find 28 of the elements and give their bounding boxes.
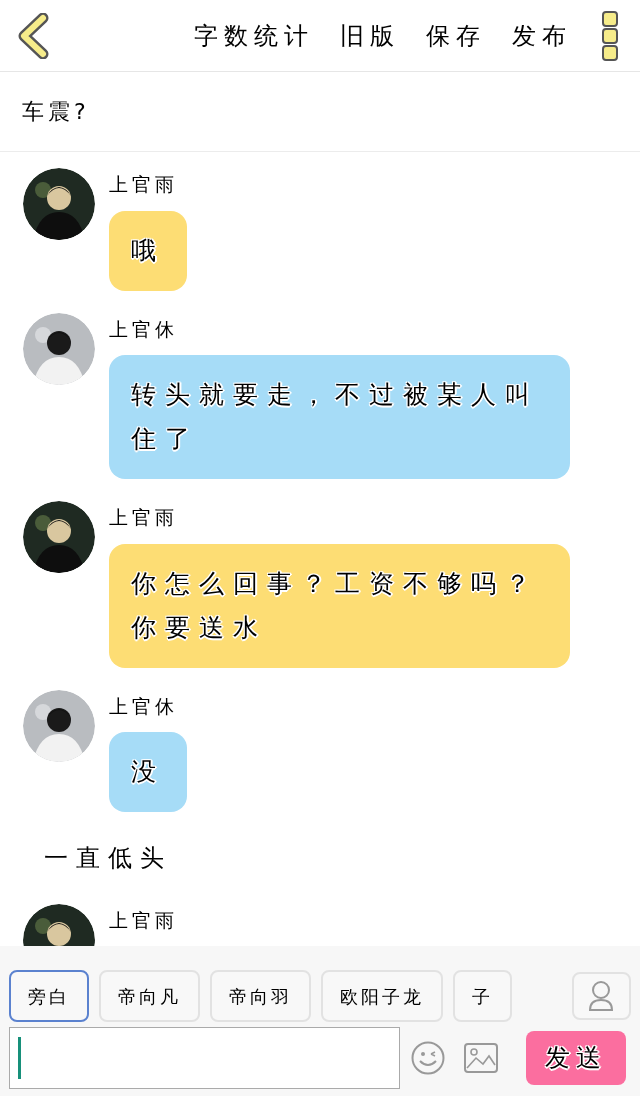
header-action[interactable]: 保存 (426, 17, 486, 54)
message-bubble[interactable]: 哦 (109, 210, 187, 291)
speaker-name: 上官休 (109, 693, 178, 719)
role-tab[interactable]: 旁白 (9, 970, 89, 1022)
header-action[interactable]: 发布 (512, 17, 572, 54)
header-action[interactable]: 旧版 (340, 17, 400, 54)
story-title: 车震? (22, 98, 90, 126)
message-input[interactable] (9, 1027, 400, 1089)
role-tab[interactable]: 帝向羽 (210, 970, 311, 1022)
role-tab[interactable]: 欧阳子龙 (321, 970, 443, 1022)
character-button[interactable] (571, 972, 631, 1020)
message-bubble[interactable]: 你怎么回事？工资不够吗？你要送水 (109, 543, 570, 668)
narration-text: 一直低头 (44, 844, 172, 872)
speaker-name: 上官雨 (109, 172, 178, 197)
message-bubble[interactable]: 转头就要走，不过被某人叫住了 (109, 355, 570, 479)
speaker-name: 上官雨 (109, 505, 178, 530)
role-tab[interactable]: 帝向凡 (99, 970, 200, 1022)
send-button[interactable]: 发送 (526, 1031, 626, 1085)
role-tab[interactable]: 子 (453, 970, 512, 1022)
back-icon[interactable] (16, 12, 50, 59)
image-icon[interactable] (464, 1043, 498, 1073)
person-icon (588, 980, 615, 1012)
speaker-name: 上官休 (109, 316, 178, 342)
speaker-name: 上官雨 (109, 908, 178, 933)
emoji-icon[interactable] (411, 1041, 445, 1075)
header-action[interactable]: 字数统计 (194, 17, 314, 54)
message-bubble[interactable]: 没 (109, 732, 187, 812)
menu-icon[interactable] (602, 10, 618, 61)
